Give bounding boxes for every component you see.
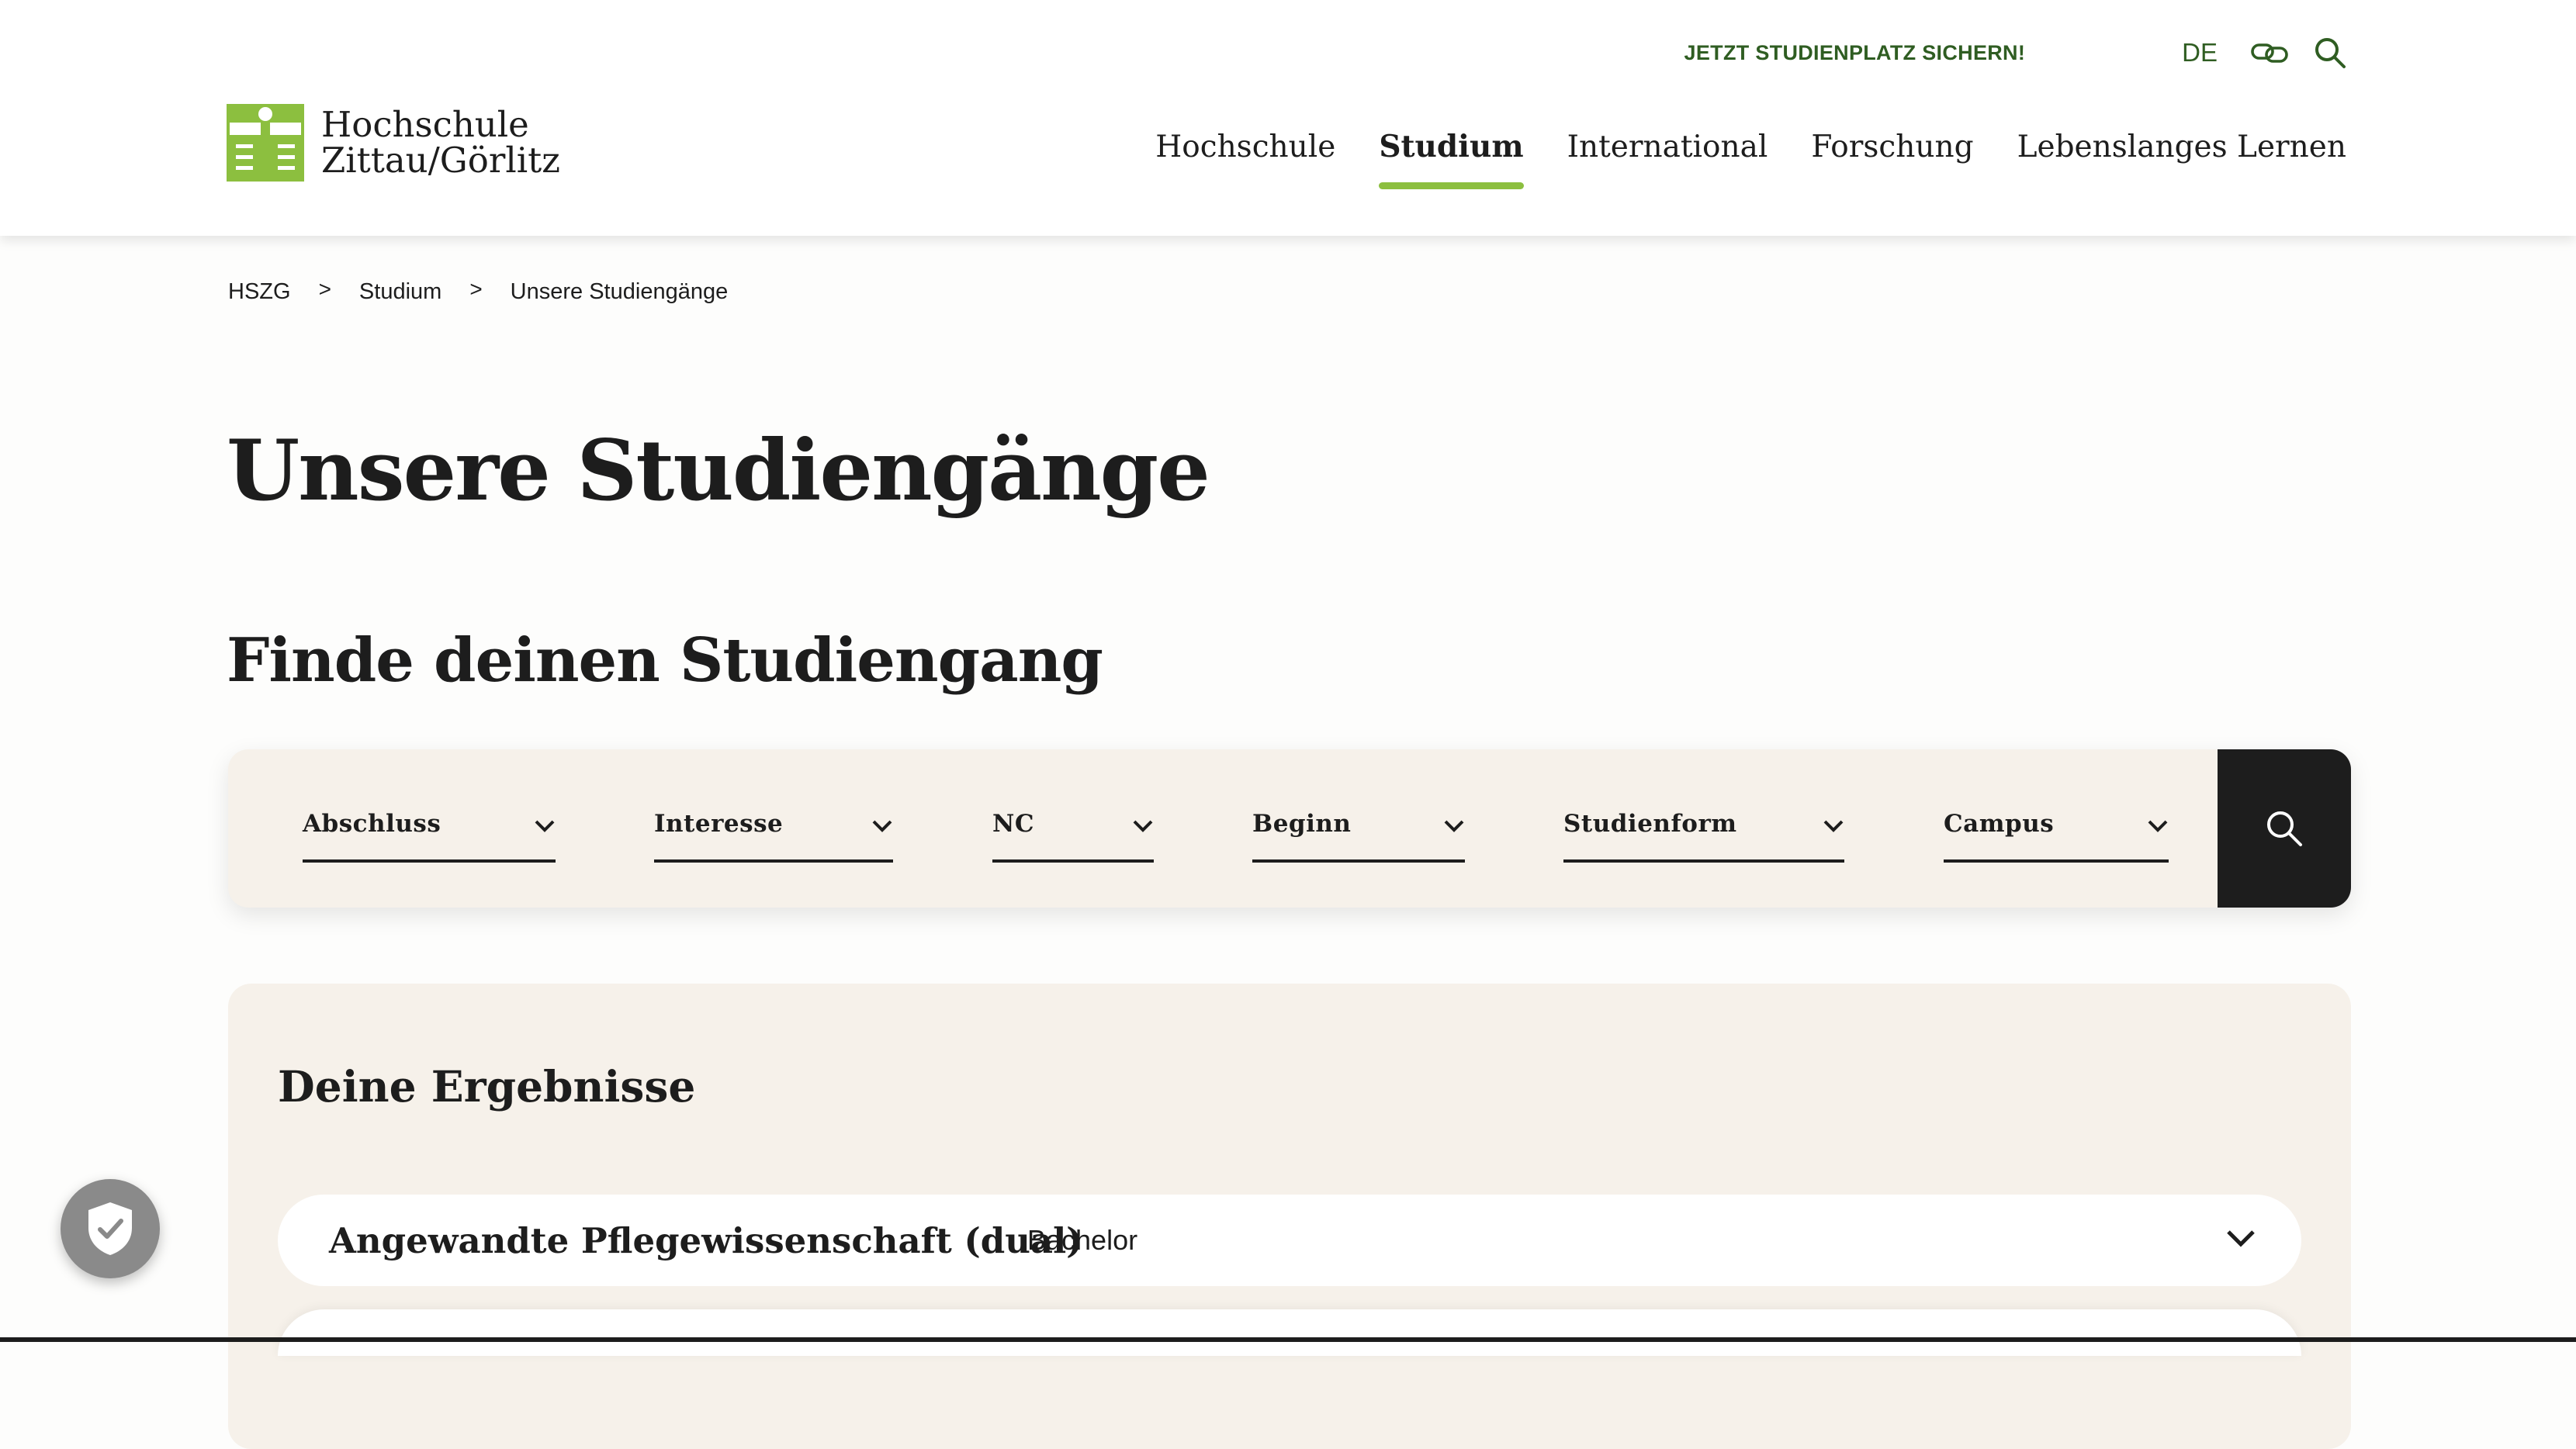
breadcrumb-separator: > — [318, 276, 331, 301]
chevron-down-icon — [1444, 820, 1464, 832]
window-bottom-edge — [0, 1337, 2576, 1342]
nav-item-lebenslanges-lernen[interactable]: Lebenslanges Lernen — [2017, 130, 2346, 164]
university-logo[interactable]: Hochschule Zittau/Görlitz — [227, 104, 560, 182]
filter-interesse[interactable]: Interesse — [654, 810, 893, 863]
breadcrumb-separator: > — [469, 276, 483, 301]
filter-underline — [1944, 859, 2169, 863]
chevron-down-icon — [1823, 820, 1844, 832]
breadcrumb-item-hszg[interactable]: HSZG — [228, 279, 291, 305]
logo-line-2: Zittau/Görlitz — [321, 140, 560, 181]
privacy-settings-button[interactable] — [61, 1179, 160, 1278]
main-navigation: Hochschule Studium International Forschu… — [1112, 129, 2346, 189]
filter-underline — [992, 859, 1154, 863]
filter-underline — [654, 859, 893, 863]
breadcrumb: HSZG > Studium > Unsere Studiengänge — [228, 276, 729, 305]
logo-wordmark: Hochschule Zittau/Görlitz — [321, 107, 560, 178]
filter-studienform[interactable]: Studienform — [1563, 810, 1844, 863]
result-row[interactable] — [278, 1309, 2301, 1356]
shield-check-icon — [88, 1202, 132, 1255]
course-name: Angewandte Pflegewissenschaft (dual) — [329, 1219, 1083, 1261]
filter-nc[interactable]: NC — [992, 810, 1154, 863]
breadcrumb-item-studium[interactable]: Studium — [359, 279, 441, 305]
filter-label: Beginn — [1252, 810, 1352, 838]
nav-item-forschung[interactable]: Forschung — [1811, 130, 1973, 164]
results-panel: Deine Ergebnisse Angewandte Pflegewissen… — [228, 984, 2351, 1449]
filter-label: Campus — [1944, 810, 2055, 838]
search-icon — [2267, 811, 2302, 846]
section-title: Finde deinen Studiengang — [227, 625, 1103, 696]
breadcrumb-item-current: Unsere Studiengänge — [510, 279, 729, 304]
links-icon[interactable] — [2250, 36, 2289, 70]
nav-item-international[interactable]: International — [1567, 130, 1768, 164]
chevron-down-icon[interactable] — [2225, 1229, 2256, 1249]
language-switch[interactable]: DE — [2182, 38, 2218, 67]
filter-search-button[interactable] — [2218, 749, 2351, 908]
filter-label: Interesse — [654, 810, 784, 838]
filter-label: NC — [992, 810, 1035, 838]
filter-abschluss[interactable]: Abschluss — [303, 810, 556, 863]
result-row[interactable]: Angewandte Pflegewissenschaft (dual) Bac… — [278, 1195, 2301, 1286]
course-filter-bar: Abschluss Interesse NC Beginn Studienfor… — [228, 749, 2351, 908]
top-bar: JETZT STUDIENPLATZ SICHERN! DE — [1684, 36, 2349, 70]
logo-line-1: Hochschule — [321, 104, 529, 145]
chevron-down-icon — [2148, 820, 2168, 832]
results-title: Deine Ergebnisse — [278, 1061, 696, 1112]
filter-underline — [303, 859, 556, 863]
filter-underline — [1252, 859, 1465, 863]
nav-item-studium[interactable]: Studium — [1379, 129, 1524, 189]
site-header: JETZT STUDIENPLATZ SICHERN! DE Hochschul… — [0, 0, 2576, 236]
chevron-down-icon — [535, 820, 555, 832]
filter-campus[interactable]: Campus — [1944, 810, 2169, 863]
nav-item-hochschule[interactable]: Hochschule — [1155, 130, 1335, 164]
filter-beginn[interactable]: Beginn — [1252, 810, 1465, 863]
search-icon[interactable] — [2311, 36, 2349, 70]
filter-label: Studienform — [1563, 810, 1737, 838]
chevron-down-icon — [1133, 820, 1153, 832]
filter-underline — [1563, 859, 1844, 863]
chevron-down-icon — [872, 820, 892, 832]
page-title: Unsere Studiengänge — [227, 422, 1210, 520]
logo-mark-icon — [227, 104, 304, 182]
apply-now-link[interactable]: JETZT STUDIENPLATZ SICHERN! — [1684, 41, 2026, 65]
course-degree: Bachelor — [1027, 1224, 1138, 1256]
filter-label: Abschluss — [303, 810, 441, 838]
